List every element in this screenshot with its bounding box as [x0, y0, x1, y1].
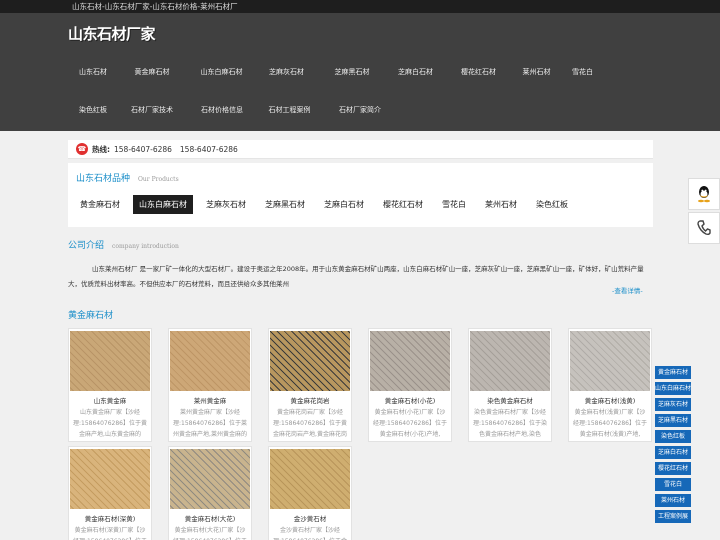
product-image[interactable]: [570, 331, 650, 391]
category-tab[interactable]: 染色红板: [530, 195, 574, 214]
product-name[interactable]: 黄金麻花岗岩: [269, 395, 351, 405]
product-image[interactable]: [270, 331, 350, 391]
product-card[interactable]: 山东黄金麻山东黄金麻厂家【沙经理:15864076286】位于黄金麻产地,山东黄…: [68, 328, 152, 442]
product-card[interactable]: 莱州黄金麻莱州黄金麻厂家【沙经理:15864076286】位于莱州黄金麻产地,莱…: [168, 328, 252, 442]
side-category-item[interactable]: 染色红板: [655, 430, 691, 443]
nav-item[interactable]: 樱花红石材: [447, 67, 510, 77]
products-heading: 山东石材品种 Our Products: [76, 171, 179, 184]
product-description: 山东黄金麻厂家【沙经理:15864076286】位于黄金麻产地,山东黄金麻的: [72, 409, 147, 438]
category-tab[interactable]: 雪花白: [436, 195, 472, 214]
product-name[interactable]: 染色黄金麻石材: [469, 395, 551, 405]
hotline-bar: ☎ 热线: 158-6407-6286 158-6407-6286: [68, 140, 653, 159]
product-image[interactable]: [470, 331, 550, 391]
nav-item[interactable]: 山东石材: [72, 67, 114, 77]
nav-item[interactable]: 山东白麻石材: [190, 67, 253, 77]
nav-item[interactable]: 石材工程案例: [254, 105, 325, 115]
nav-item[interactable]: 莱州石材: [510, 67, 563, 77]
category-tab[interactable]: 黄金麻石材: [74, 195, 126, 214]
product-description: 莱州黄金麻厂家【沙经理:15864076286】位于莱州黄金麻产地,莱州黄金麻的: [172, 409, 247, 438]
category-tabs: 黄金麻石材 山东白麻石材 芝麻灰石材 芝麻黑石材 芝麻白石材 樱花红石材 雪花白 莱州石材 染色…: [74, 195, 581, 214]
side-category-item[interactable]: 雪花白: [655, 478, 691, 491]
product-card[interactable]: 黄金麻石材(浅黄) 黄金麻石材(浅黄)厂家【沙经理:15864076286】位于黄…: [568, 328, 652, 442]
nav-item[interactable]: 雪花白: [563, 67, 602, 77]
products-title: 山东石材品种: [76, 174, 131, 184]
category-tab[interactable]: 山东白麻石材: [133, 195, 193, 214]
product-image[interactable]: [370, 331, 450, 391]
product-card[interactable]: 黄金麻石材(小花) 黄金麻石材(小花)厂家【沙经理:15864076286】位于黄…: [368, 328, 452, 442]
side-category-item[interactable]: 芝麻黑石材: [655, 414, 691, 427]
product-description: 黄金麻花岗岩厂家【沙经理:15864076286】位于黄金麻花岗岩产地,黄金麻花…: [272, 409, 347, 438]
side-category-item[interactable]: 芝麻灰石材: [655, 398, 691, 411]
hotline-label: 热线:: [92, 144, 110, 154]
nav-item[interactable]: 石材厂家技术: [114, 105, 190, 115]
nav-item[interactable]: 黄金麻石材: [114, 67, 190, 77]
product-card[interactable]: 金沙黄石材金沙黄石材厂家【沙经理:15864076286】位于金沙黄: [268, 446, 352, 540]
product-card[interactable]: 黄金麻石材(深黄) 黄金麻石材(深黄)厂家【沙经理:15864076286】位于黄…: [68, 446, 152, 540]
product-description: 黄金麻石材(浅黄)厂家【沙经理:15864076286】位于黄金麻石材(浅黄)产…: [572, 409, 647, 438]
intro-text: 山东莱州石材厂 是一家厂矿一体化的大型石材厂。建设于奥运之年2008年。用于山东…: [68, 265, 644, 288]
side-category-item[interactable]: 工程案例展: [655, 510, 691, 523]
intro-title: 公司介绍: [68, 241, 105, 251]
category-tab[interactable]: 芝麻黑石材: [259, 195, 311, 214]
category-tab[interactable]: 莱州石材: [479, 195, 523, 214]
nav-item[interactable]: 芝麻灰石材: [253, 67, 320, 77]
side-category-item[interactable]: 山东白麻石材: [655, 382, 691, 395]
nav-item[interactable]: 芝麻白石材: [384, 67, 447, 77]
product-image[interactable]: [170, 449, 250, 509]
product-image[interactable]: [170, 331, 250, 391]
phone-icon: ☎: [76, 143, 88, 155]
nav-item[interactable]: 石材厂家简介: [325, 105, 395, 115]
product-name[interactable]: 金沙黄石材: [269, 513, 351, 523]
product-description: 染色黄金麻石材厂家【沙经理:15864076286】位于染色黄金麻石材产地,染色: [472, 409, 547, 438]
product-name[interactable]: 山东黄金麻: [69, 395, 151, 405]
intro-heading: 公司介绍 company introduction: [68, 238, 653, 251]
nav-item[interactable]: 芝麻黑石材: [320, 67, 384, 77]
product-card[interactable]: 黄金麻花岗岩黄金麻花岗岩厂家【沙经理:15864076286】位于黄金麻花岗岩产…: [268, 328, 352, 442]
phone-handset-icon: [697, 220, 711, 236]
side-category-item[interactable]: 黄金麻石材: [655, 366, 691, 379]
product-description: 黄金麻石材(小花)厂家【沙经理:15864076286】位于黄金麻石材(小花)产…: [372, 409, 447, 438]
product-image[interactable]: [270, 449, 350, 509]
intro-subtitle: company introduction: [112, 243, 179, 250]
qq-icon: [698, 186, 710, 203]
category-tab[interactable]: 芝麻灰石材: [200, 195, 252, 214]
product-description: 金沙黄石材厂家【沙经理:15864076286】位于金沙黄: [273, 527, 347, 540]
products-section: 山东石材品种 Our Products 黄金麻石材 山东白麻石材 芝麻灰石材 芝麻黑石材…: [68, 163, 653, 227]
product-description: 黄金麻石材(深黄)厂家【沙经理:15864076286】位于黄金麻: [73, 527, 147, 540]
product-name[interactable]: 黄金麻石材(大花): [169, 513, 251, 523]
main-nav: 山东石材 黄金麻石材 山东白麻石材 芝麻灰石材 芝麻黑石材 芝麻白石材 樱花红石材 莱州石材雪…: [72, 53, 632, 129]
nav-row-1: 山东石材 黄金麻石材 山东白麻石材 芝麻灰石材 芝麻黑石材 芝麻白石材 樱花红石材 莱州石材雪…: [72, 53, 632, 91]
product-name[interactable]: 黄金麻石材(浅黄): [569, 395, 651, 405]
side-category-item[interactable]: 芝麻白石材: [655, 446, 691, 459]
product-name[interactable]: 莱州黄金麻: [169, 395, 251, 405]
site-header: 山东石材厂家 山东石材 黄金麻石材 山东白麻石材 芝麻灰石材 芝麻黑石材 芝麻白石材 樱花红…: [0, 13, 720, 131]
nav-row-2: 染色红板 石材厂家技术 石材价格信息 石材工程案例 石材厂家简介: [72, 91, 632, 129]
product-image[interactable]: [70, 331, 150, 391]
qq-chat-button[interactable]: [688, 178, 720, 210]
side-category-list: 黄金麻石材山东白麻石材 芝麻灰石材芝麻黑石材染色红板芝麻白石材樱花红石材雪花白莱州…: [655, 366, 691, 526]
product-card[interactable]: 黄金麻石材(大花) 黄金麻石材(大花)厂家【沙经理:15864076286】位于黄…: [168, 446, 252, 540]
products-subtitle: Our Products: [138, 176, 179, 183]
hotline-number-2: 158-6407-6286: [179, 144, 238, 154]
product-card[interactable]: 染色黄金麻石材染色黄金麻石材厂家【沙经理:15864076286】位于染色黄金麻…: [468, 328, 552, 442]
nav-item[interactable]: 石材价格信息: [190, 105, 254, 115]
product-description: 黄金麻石材(大花)厂家【沙经理:15864076286】位于黄金: [173, 527, 247, 540]
hotline-number-1: 158-6407-6286: [114, 144, 172, 154]
product-image[interactable]: [70, 449, 150, 509]
top-bar-title: 山东石材-山东石材厂家-山东石材价格-莱州石材厂: [72, 2, 238, 11]
gold-section-title: 黄金麻石材: [68, 311, 114, 321]
phone-call-button[interactable]: [688, 212, 720, 244]
category-tab[interactable]: 芝麻白石材: [318, 195, 370, 214]
side-category-item[interactable]: 樱花红石材: [655, 462, 691, 475]
product-name[interactable]: 黄金麻石材(小花): [369, 395, 451, 405]
product-name[interactable]: 黄金麻石材(深黄): [69, 513, 151, 523]
top-bar: 山东石材-山东石材厂家-山东石材价格-莱州石材厂: [0, 0, 720, 13]
site-logo[interactable]: 山东石材厂家: [68, 23, 156, 44]
category-tab[interactable]: 樱花红石材: [377, 195, 429, 214]
side-category-item[interactable]: 莱州石材: [655, 494, 691, 507]
more-details-link[interactable]: -查看详情-: [612, 285, 643, 295]
nav-item[interactable]: 染色红板: [72, 105, 114, 115]
